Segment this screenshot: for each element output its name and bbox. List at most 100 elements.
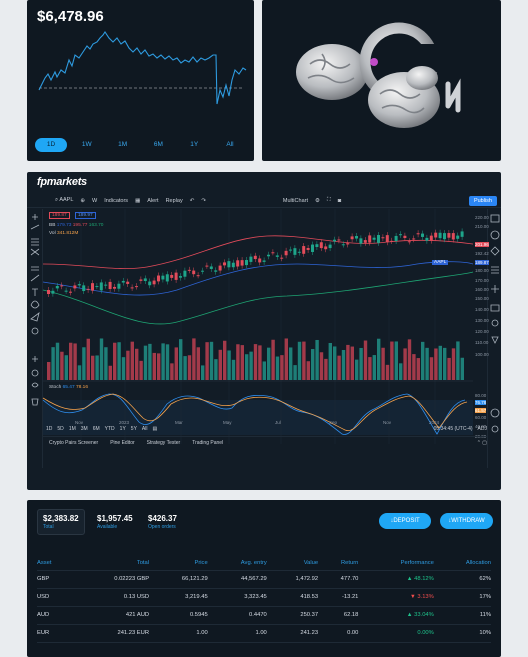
sidebar-icons[interactable] [488,209,501,439]
column-header[interactable]: Total [69,556,150,571]
table-row[interactable]: EUR 241.23 EUR 1.00 1.00 241.23 0.00 0.00% 10% [37,624,491,643]
volume-bar [165,344,170,380]
undo-icon[interactable]: ↶ [190,198,195,204]
add-symbol-icon[interactable]: ⊕ [80,198,85,204]
ask-price: 189.97 [75,212,96,219]
candle [429,235,433,241]
tf-1d[interactable]: 1D [46,426,52,432]
camera-icon[interactable]: ◙ [338,198,341,204]
volume-bar [77,365,82,380]
tf-5y[interactable]: 5Y [131,426,137,432]
candle [157,275,160,282]
drawing-tools-icons[interactable] [27,209,43,439]
column-header[interactable]: Return [318,556,359,571]
withdraw-button[interactable]: ↓WITHDRAW [440,513,493,529]
range-1d[interactable]: 1D [35,138,67,152]
price-tick: 120.00 [475,329,489,334]
table-body: GBP 0.02223 GBP 66,121.29 44,567.29 1,472.92… [37,570,491,643]
tf-6m[interactable]: 6M [93,426,100,432]
publish-button[interactable]: Publish [468,195,497,206]
candle [205,265,209,267]
symbol-search[interactable]: ⌕ AAPL [55,197,73,204]
volume-bar [368,357,372,380]
tf-3m[interactable]: 3M [81,426,88,432]
candle [51,290,55,294]
volume-bar [253,344,258,380]
volume-bar [183,356,187,380]
volume-bar [385,364,390,380]
volume-bar [341,349,346,380]
replay-button[interactable]: Replay [166,198,183,204]
adj-toggle[interactable]: ADJ [478,426,487,432]
column-header[interactable]: Price [149,556,208,571]
collapse-icon[interactable]: ⌃ ▢ [477,440,487,446]
column-header[interactable]: Value [266,556,319,571]
candle [179,276,182,278]
price-tick: 150.00 [475,296,489,301]
volume-bar [227,350,231,380]
volume-bar [214,359,218,380]
candle [143,278,147,282]
candle [47,290,50,294]
column-header[interactable]: Allocation [433,556,491,571]
cell-avg: 0.4470 [207,606,267,625]
indicators-button[interactable]: Indicators [104,198,128,204]
volume-bar [429,357,434,380]
range-1y[interactable]: 1Y [178,138,210,152]
column-header[interactable]: Avg. entry [207,556,267,571]
column-header[interactable]: Asset [37,556,70,571]
volume-bar [377,338,381,380]
table-header: Asset Total Price Avg. entry Value Return Perf… [37,556,491,571]
alert-button[interactable]: Alert [147,198,158,204]
tf-5d[interactable]: 5D [57,426,63,432]
volume-bar [403,348,407,380]
range-1m[interactable]: 1M [107,138,139,152]
volume-bar [425,347,429,380]
range-all[interactable]: All [214,138,246,152]
candle [223,262,226,266]
candle [104,284,108,286]
volume-bar [209,341,214,380]
volume-bar [69,342,73,380]
volume-bar [271,339,275,380]
column-header[interactable]: Performance [358,556,434,571]
tf-ytd[interactable]: YTD [105,426,115,432]
redo-icon[interactable]: ↷ [201,198,206,204]
volume-bar [196,347,200,380]
tf-1m[interactable]: 1M [69,426,76,432]
candle [306,247,310,250]
candle [64,290,68,292]
tf-1y[interactable]: 1Y [120,426,126,432]
tab-strategy-tester[interactable]: Strategy Tester [147,440,181,446]
portfolio-panel: $2,383.82 Total $1,957.45 Available $426… [27,500,501,657]
candle [350,236,354,240]
volume-bar [363,340,368,380]
volume-bar [355,359,359,380]
calendar-icon[interactable]: ▤ [152,426,157,432]
tab-trading-panel[interactable]: Trading Panel [192,440,223,446]
tab-crypto-screener[interactable]: Crypto Pairs Screener [49,440,98,446]
candle [161,275,165,280]
deposit-button[interactable]: ↓DEPOSIT [379,513,431,529]
templates-icon[interactable]: ▦ [135,198,140,204]
volume-bar [121,357,126,380]
fullscreen-icon[interactable]: ⛶ [327,197,331,204]
table-row[interactable]: AUD 421 AUD 0.5945 0.4470 250.37 62.18 ▲ 33.04… [37,606,491,625]
table-row[interactable]: GBP 0.02223 GBP 66,121.29 44,567.29 1,472.92… [37,570,491,589]
range-6m[interactable]: 6M [142,138,174,152]
range-1w[interactable]: 1W [71,138,103,152]
price-tick: 110.00 [475,340,489,345]
tf-all[interactable]: All [142,426,148,432]
candle [73,285,77,289]
candle [385,235,389,243]
table-row[interactable]: USD 0.13 USD 3,219.45 3,323.45 418.53 -13.21 ▼… [37,588,491,607]
volume-bar [262,361,266,380]
settings-icon[interactable]: ⚙ [315,198,320,204]
tab-pine-editor[interactable]: Pine Editor [110,440,134,446]
stoch-tick: 60.00 [475,415,487,420]
layout-button[interactable]: MultiChart [283,198,308,204]
candle [249,256,253,262]
interval-button[interactable]: W [92,198,97,204]
chart-toolbar: ⌕ AAPL ⊕ W Indicators ▦ Alert Replay ↶ ↷… [27,194,501,208]
trading-platform: fpmarkets ⌕ AAPL ⊕ W Indicators ▦ Alert … [27,172,501,490]
